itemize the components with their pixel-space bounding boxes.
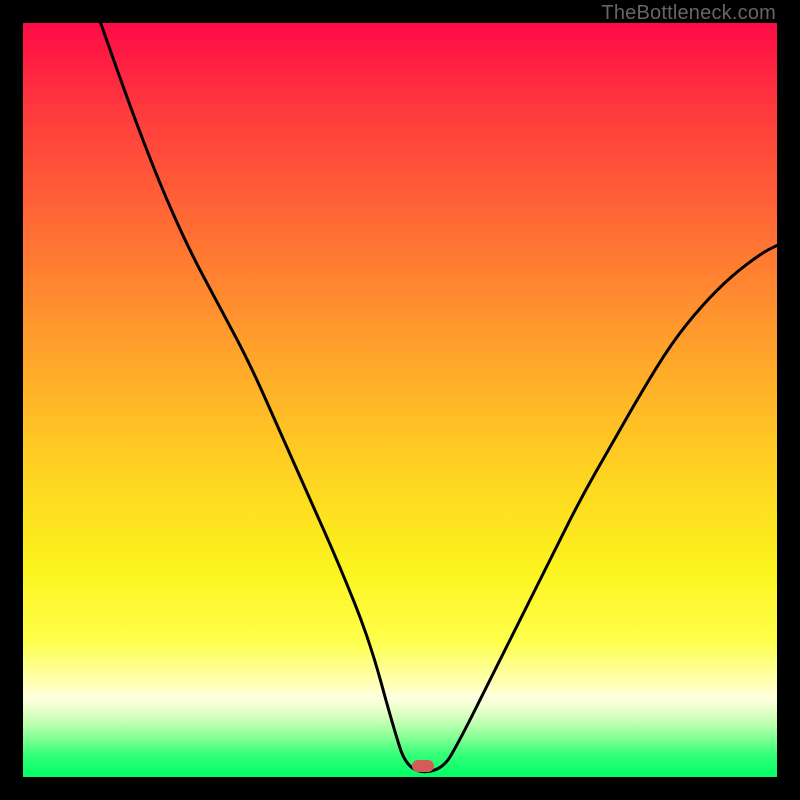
credit-text: TheBottleneck.com	[601, 2, 776, 25]
plot-area	[23, 23, 777, 777]
bottleneck-curve	[23, 23, 777, 777]
optimal-marker	[412, 760, 434, 772]
